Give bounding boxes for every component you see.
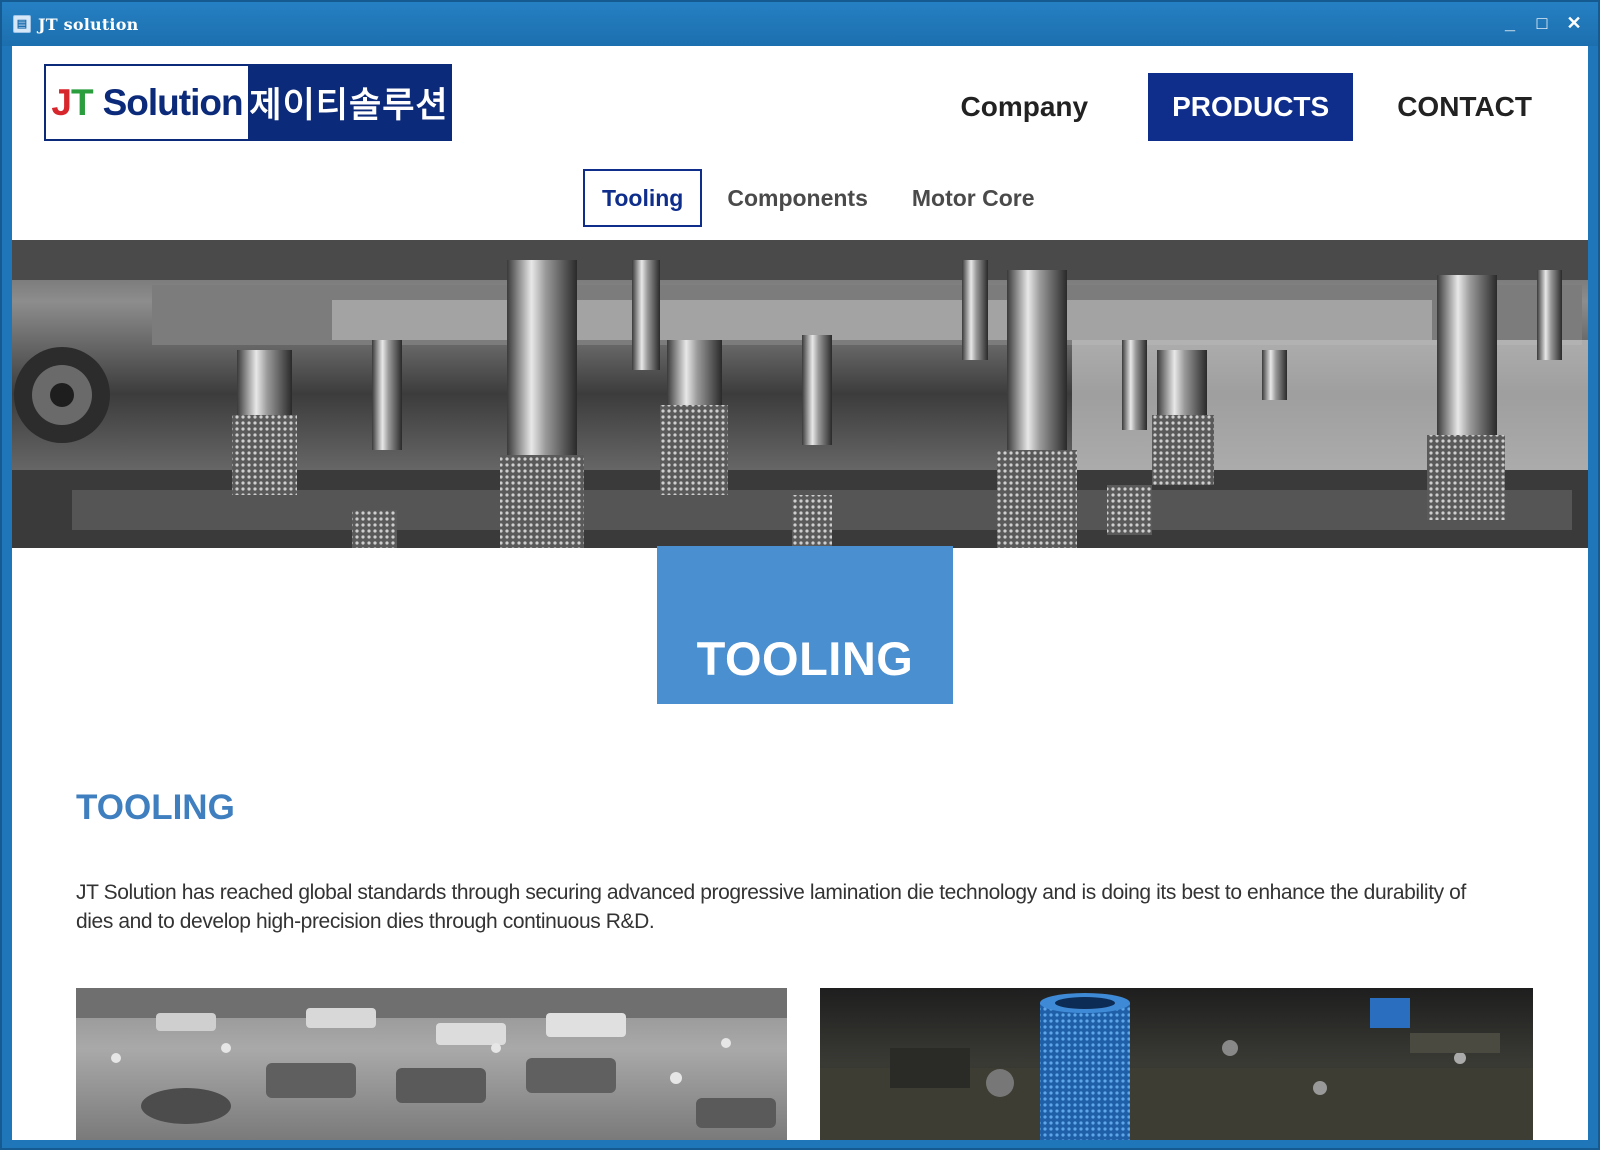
hero-press-illustration bbox=[12, 240, 1588, 548]
subtab-motor-core[interactable]: Motor Core bbox=[895, 169, 1052, 227]
tooling-photo-plate bbox=[76, 988, 787, 1140]
window-controls: _ □ ✕ bbox=[1496, 10, 1588, 36]
nav-products[interactable]: PRODUCTS bbox=[1148, 73, 1354, 141]
plate-illustration bbox=[76, 988, 787, 1128]
section-description: JT Solution has reached global standards… bbox=[76, 881, 1466, 933]
close-button[interactable]: ✕ bbox=[1560, 10, 1588, 36]
nav-company[interactable]: Company bbox=[937, 73, 1113, 141]
title-bar[interactable]: ▤ JT solution _ □ ✕ bbox=[2, 2, 1598, 46]
subtab-tooling[interactable]: Tooling bbox=[583, 169, 703, 227]
bushing-illustration bbox=[820, 993, 1533, 1140]
hero-banner-image bbox=[12, 240, 1588, 548]
products-subnav: Tooling Components Motor Core bbox=[583, 169, 1062, 227]
minimize-button[interactable]: _ bbox=[1496, 10, 1524, 36]
maximize-button[interactable]: □ bbox=[1528, 10, 1556, 36]
page-content: J T Solution 제이티솔루션 Company PRODUCTS CONTA… bbox=[12, 46, 1588, 1140]
logo-letter-j: J bbox=[51, 81, 72, 123]
hero-title: TOOLING bbox=[696, 632, 914, 685]
logo-letter-t: T bbox=[71, 81, 94, 123]
logo-korean: 제이티솔루션 bbox=[248, 66, 450, 139]
app-icon: ▤ bbox=[13, 15, 31, 33]
logo-word-solution: Solution bbox=[102, 81, 244, 123]
subtab-components[interactable]: Components bbox=[710, 169, 885, 227]
nav-contact[interactable]: CONTACT bbox=[1393, 73, 1536, 141]
app-window: ▤ JT solution _ □ ✕ J T Solution 제이티솔루션 Co… bbox=[0, 0, 1600, 1150]
site-logo[interactable]: J T Solution 제이티솔루션 bbox=[44, 64, 452, 141]
window-title: JT solution bbox=[38, 14, 139, 34]
hero-title-box: TOOLING bbox=[657, 546, 953, 704]
main-nav: Company PRODUCTS CONTACT bbox=[937, 73, 1589, 141]
tooling-photo-bushing bbox=[820, 988, 1533, 1140]
logo-latin: J T Solution bbox=[46, 66, 248, 139]
section-heading: TOOLING bbox=[76, 788, 235, 827]
